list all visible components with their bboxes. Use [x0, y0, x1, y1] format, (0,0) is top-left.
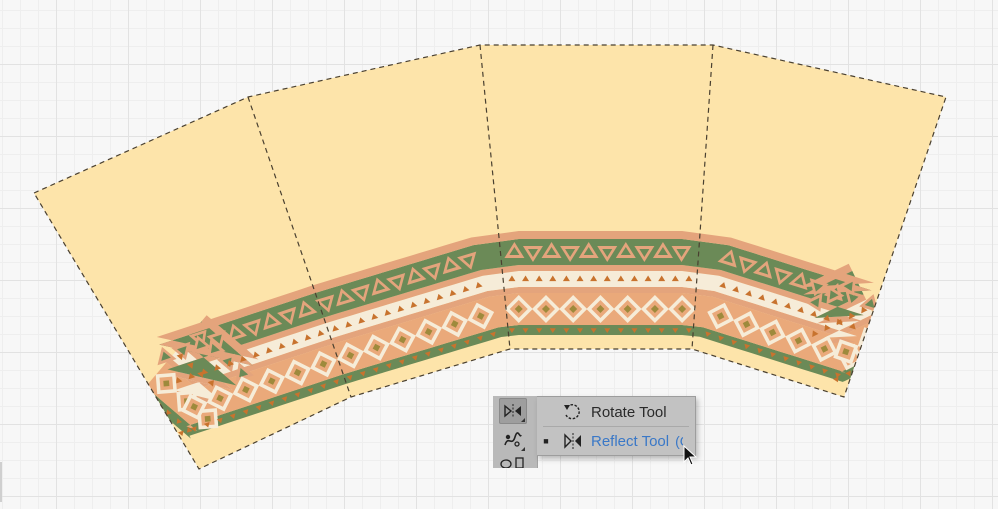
- partial-tool-button[interactable]: [499, 454, 527, 468]
- tools-panel-strip: [493, 396, 538, 468]
- reflect-tool-icon: [504, 404, 521, 418]
- border-diamond-center: [866, 336, 874, 344]
- flyout-item-rotate-tool[interactable]: Rotate Tool: [537, 398, 695, 426]
- tool-group-indicator: [521, 418, 525, 422]
- border-strip-triangle: [145, 391, 151, 398]
- cup-wrap-artwork[interactable]: [33, 44, 947, 470]
- arrow-cursor-icon: [683, 445, 698, 466]
- selected-bullet-icon: ■: [543, 436, 549, 446]
- tool-group-indicator: [521, 447, 525, 451]
- border-strip-triangle: [882, 352, 888, 359]
- flyout-item-label: Rotate Tool: [591, 403, 667, 421]
- shape-tool-icon: [500, 457, 524, 468]
- reflect-tool-button[interactable]: [499, 398, 527, 424]
- border-strip-triangle: [869, 358, 876, 365]
- rotate-tool-icon: [564, 404, 580, 420]
- flyout-item-shortcut: (O): [675, 433, 683, 449]
- flyout-item-label: Reflect Tool: [591, 432, 670, 450]
- border-diamond-center: [204, 415, 211, 422]
- tool-flyout-menu: Rotate Tool ■ Reflect Tool (O): [537, 396, 696, 456]
- flyout-item-reflect-tool[interactable]: ■ Reflect Tool (O): [537, 427, 695, 455]
- border-strip-triangle: [857, 364, 864, 371]
- puppet-warp-tool-button[interactable]: [499, 427, 527, 453]
- border-diamond-center: [163, 380, 170, 387]
- canvas-edge-mark: [0, 462, 2, 502]
- reflect-tool-icon: [564, 433, 581, 449]
